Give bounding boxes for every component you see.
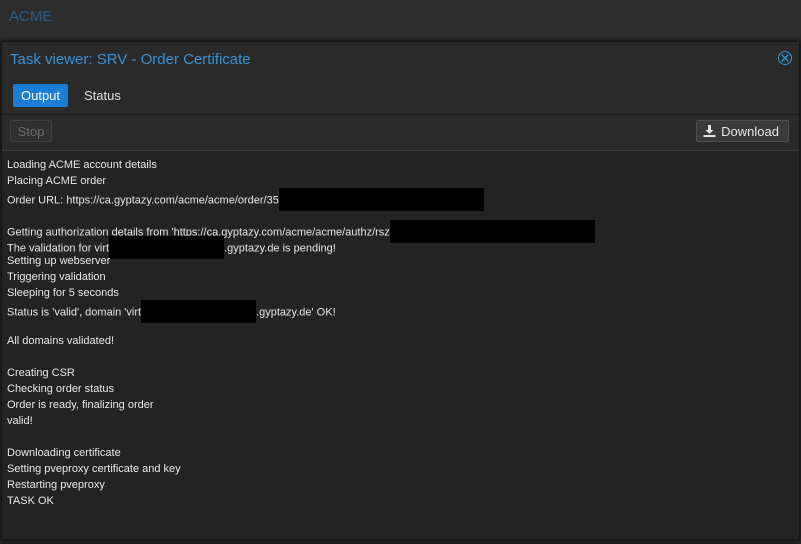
log-line: Order is ready, finalizing order [7,397,154,413]
download-button[interactable]: Download [696,120,789,142]
log-line-text: Creating CSR [7,367,75,379]
log-line: Status is 'valid', domain 'virt .gyptazy.… [7,300,336,323]
log-line: All domains validated! [7,333,114,349]
log-line-text: Order is ready, finalizing order [7,399,154,411]
log-line: Triggering validation [7,269,106,285]
log-line: Loading ACME account details [7,157,157,173]
log-line-text: Sleeping for 5 seconds [7,287,119,299]
redacted-block [389,220,595,243]
redacted-block [109,236,225,259]
log-line: Setting up webserver [7,253,110,269]
window-title: Task viewer: SRV - Order Certificate [10,51,251,68]
log-line: Sleeping for 5 seconds [7,285,119,301]
log-line: Order URL: https://ca.gyptazy.com/acme/a… [7,188,484,211]
log-line-text: valid! [7,415,33,427]
log-line: Placing ACME order [7,173,106,189]
log-line-text: Status is 'valid', domain 'virt [7,306,142,319]
redacted-block [278,188,484,211]
log-line: valid! [7,413,33,429]
log-line: Setting pveproxy certificate and key [7,461,181,477]
background-app-title: ACME [9,8,53,25]
log-line-text: All domains validated! [7,335,115,347]
close-button[interactable] [778,51,792,65]
download-label: Download [721,124,779,139]
background-header: ACME [0,0,801,40]
log-line-suffix: .gyptazy.de' OK! [256,306,336,319]
log-line-text: Restarting pveproxy [7,479,105,491]
log-line-text: Checking order status [7,383,114,395]
window-header: Task viewer: SRV - Order Certificate [2,42,799,78]
log-line-text: Placing ACME order [7,175,107,187]
tab-output[interactable]: Output [13,84,69,107]
toolbar: Stop Download [2,115,799,151]
log-line: Downloading certificate [7,445,121,461]
log-line-text: Setting pveproxy certificate and key [7,463,181,475]
stop-button[interactable]: Stop [10,120,52,142]
download-icon [703,125,716,137]
log-line: Checking order status [7,381,114,397]
log-line-text: Triggering validation [7,271,106,283]
close-icon [781,54,789,62]
task-output-log: Loading ACME account details Placing ACME… [2,151,799,537]
log-line: The validation for virt .gyptazy.de is pe… [7,236,336,259]
log-line-text: TASK OK [7,495,54,507]
log-line-text: Downloading certificate [7,447,121,459]
log-line-text: Order URL: https://ca.gyptazy.com/acme/a… [7,194,279,207]
tab-bar: Output Status [2,78,799,115]
log-line-suffix: .gyptazy.de is pending! [224,242,336,255]
redacted-block [141,300,257,323]
log-line-text: Loading ACME account details [7,159,157,171]
log-line: Creating CSR [7,365,75,381]
tab-status[interactable]: Status [76,84,129,107]
log-line: TASK OK [7,493,54,509]
log-line: Getting authorization details from 'http… [7,220,595,243]
log-line: Restarting pveproxy [7,477,105,493]
task-viewer-window: Task viewer: SRV - Order Certificate Out… [1,41,800,540]
log-line-text: Setting up webserver [7,255,111,267]
